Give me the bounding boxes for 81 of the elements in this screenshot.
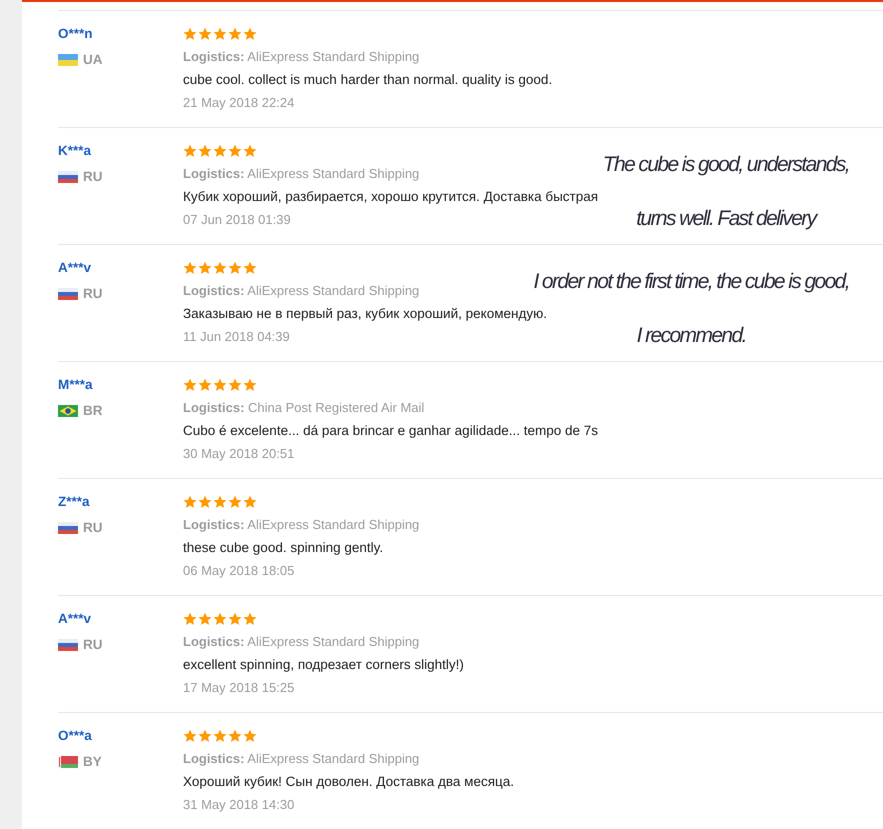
country-code: RU bbox=[83, 286, 102, 301]
flag-icon bbox=[58, 288, 78, 300]
star-icon bbox=[198, 728, 212, 742]
review-comment: excellent spinning, подрезает corners slightly!) bbox=[183, 657, 464, 672]
shipping-method: Logistics: China Post Registered Air Mail bbox=[183, 400, 424, 415]
reviewer-name[interactable]: O***n bbox=[58, 22, 93, 45]
star-icon bbox=[213, 728, 227, 742]
star-icon bbox=[198, 494, 212, 508]
review-date: 31 May 2018 14:30 bbox=[183, 797, 294, 812]
star-icon bbox=[183, 260, 197, 274]
star-icon bbox=[198, 26, 212, 40]
star-icon bbox=[243, 378, 257, 392]
star-icon bbox=[183, 26, 197, 40]
reviewer-name[interactable]: M***a bbox=[58, 373, 93, 396]
star-icon bbox=[243, 494, 257, 508]
translation-caption: turns well. Fast delivery bbox=[636, 207, 816, 231]
flag-icon bbox=[58, 756, 78, 768]
flag-icon bbox=[58, 54, 78, 66]
country-code: BR bbox=[83, 403, 102, 418]
shipping-method: Logistics: AliExpress Standard Shipping bbox=[183, 166, 420, 181]
country-code: BY bbox=[83, 754, 102, 769]
shipping-method: Logistics: AliExpress Standard Shipping bbox=[183, 517, 420, 532]
star-icon bbox=[243, 612, 257, 626]
flag-icon bbox=[58, 638, 78, 650]
star-icon bbox=[243, 728, 257, 742]
review-date: 07 Jun 2018 01:39 bbox=[183, 212, 291, 227]
star-icon bbox=[243, 26, 257, 40]
flag-icon bbox=[58, 404, 78, 416]
country-code: UA bbox=[83, 52, 102, 67]
star-icon bbox=[228, 494, 242, 508]
star-icon bbox=[183, 378, 197, 392]
star-icon bbox=[183, 728, 197, 742]
review-comment: Заказываю не в первый раз, кубик хороший, рекомендую. bbox=[183, 306, 547, 321]
star-icon bbox=[228, 612, 242, 626]
star-icon bbox=[183, 612, 197, 626]
country-code: RU bbox=[83, 520, 102, 535]
star-icon bbox=[228, 144, 242, 158]
star-icon bbox=[183, 494, 197, 508]
star-icon bbox=[183, 144, 197, 158]
review-comment: Cubo é excelente... dá para brincar e ganhar agilidade... tempo de 7s bbox=[183, 423, 598, 438]
reviewer-name[interactable]: A***v bbox=[58, 256, 92, 279]
star-icon bbox=[213, 144, 227, 158]
reviewer-name[interactable]: O***a bbox=[58, 724, 92, 747]
review-comment: Хороший кубик! Сын доволен. Доставка два месяца. bbox=[183, 774, 514, 789]
translation-caption: I order not the first time, the cube is good, bbox=[533, 270, 849, 294]
flag-icon bbox=[58, 522, 78, 534]
star-icon bbox=[213, 260, 227, 274]
star-icon bbox=[243, 260, 257, 274]
star-icon bbox=[228, 728, 242, 742]
star-icon bbox=[213, 612, 227, 626]
star-icon bbox=[228, 26, 242, 40]
star-icon bbox=[198, 378, 212, 392]
shipping-method: Logistics: AliExpress Standard Shipping bbox=[183, 283, 420, 298]
reviewer-name[interactable]: Z***a bbox=[58, 490, 90, 513]
review-comment: these cube good. spinning gently. bbox=[183, 540, 384, 555]
star-icon bbox=[228, 260, 242, 274]
translation-caption: I recommend. bbox=[636, 324, 746, 348]
shipping-method: Logistics: AliExpress Standard Shipping bbox=[183, 634, 420, 649]
translation-caption: The cube is good, understands, bbox=[602, 153, 849, 177]
country-code: RU bbox=[83, 637, 102, 652]
shipping-method: Logistics: AliExpress Standard Shipping bbox=[183, 751, 420, 766]
star-icon bbox=[198, 144, 212, 158]
review-date: 11 Jun 2018 04:39 bbox=[183, 329, 290, 344]
review-date: 06 May 2018 18:05 bbox=[183, 563, 294, 578]
star-icon bbox=[243, 144, 257, 158]
country-code: RU bbox=[83, 169, 102, 184]
review-date: 21 May 2018 22:24 bbox=[183, 95, 294, 110]
star-icon bbox=[213, 494, 227, 508]
star-icon bbox=[198, 612, 212, 626]
shipping-method: Logistics: AliExpress Standard Shipping bbox=[183, 49, 420, 64]
review-date: 17 May 2018 15:25 bbox=[183, 680, 294, 695]
review-comment: Кубик хороший, разбирается, хорошо крутится. Доставка быстрая bbox=[183, 189, 598, 204]
star-icon bbox=[213, 26, 227, 40]
reviewer-name[interactable]: K***a bbox=[58, 139, 92, 162]
reviewer-name[interactable]: A***v bbox=[58, 607, 92, 630]
flag-icon bbox=[58, 170, 78, 182]
star-icon bbox=[198, 260, 212, 274]
review-date: 30 May 2018 20:51 bbox=[183, 446, 294, 461]
star-icon bbox=[213, 378, 227, 392]
star-icon bbox=[228, 378, 242, 392]
review-comment: cube cool. collect is much harder than normal. quality is good. bbox=[183, 72, 552, 87]
